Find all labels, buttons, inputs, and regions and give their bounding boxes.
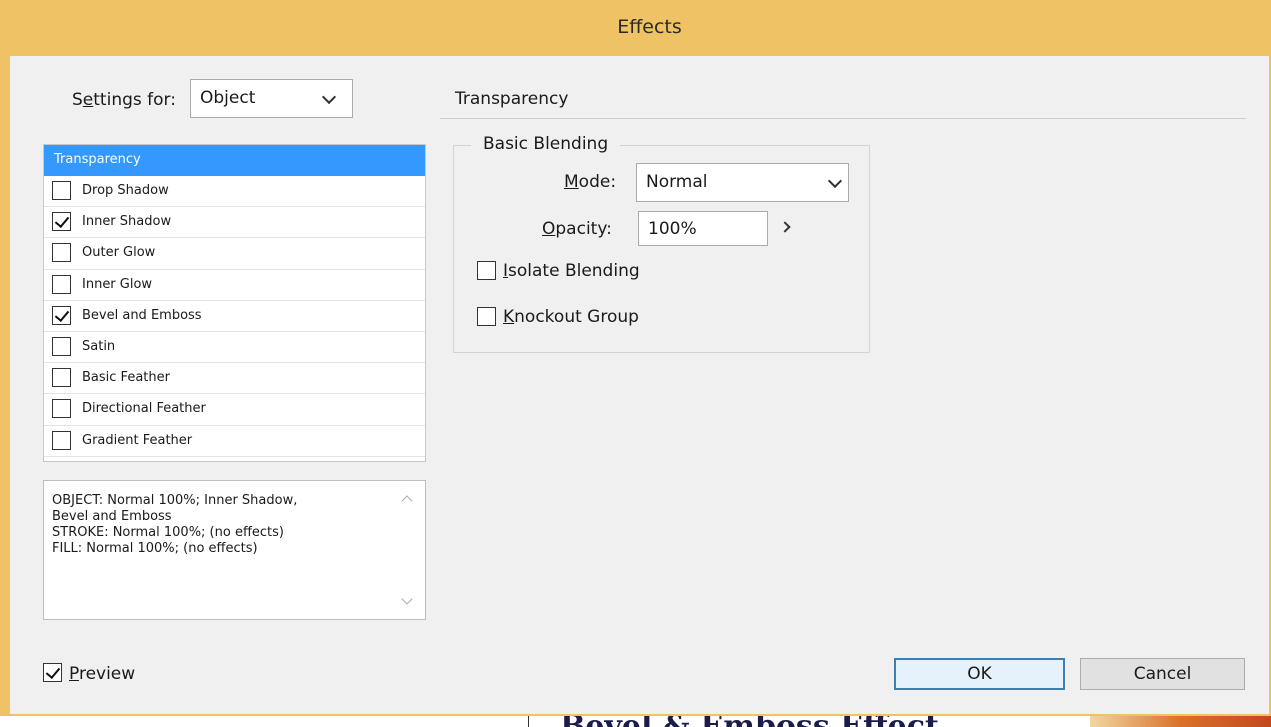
effect-label: Outer Glow (82, 245, 156, 261)
list-item-effect[interactable]: Inner Shadow (44, 207, 425, 239)
mode-select[interactable]: Normal (636, 163, 849, 202)
chevron-down-icon (827, 173, 843, 189)
effect-checkbox[interactable] (52, 243, 71, 263)
effect-checkbox[interactable] (52, 305, 71, 325)
effect-label: Inner Shadow (82, 214, 172, 230)
background-divider (528, 716, 529, 727)
opacity-label: Opacity: (542, 219, 612, 239)
effect-checkbox[interactable] (52, 181, 71, 200)
section-divider (440, 118, 1246, 119)
effects-list: Transparency Drop Shadow Inner Shadow Oute… (43, 144, 426, 462)
list-item-effect[interactable]: Directional Feather (44, 394, 425, 426)
effect-checkbox[interactable] (52, 430, 71, 450)
settings-for-value: Object (200, 88, 256, 108)
effect-label: Directional Feather (82, 401, 206, 417)
scroll-down-icon[interactable] (401, 593, 413, 605)
settings-for-select[interactable]: Object (190, 79, 353, 118)
effect-checkbox[interactable] (52, 368, 71, 388)
summary-line: OBJECT: Normal 100%; Inner Shadow, (52, 493, 298, 508)
group-title: Basic Blending (471, 132, 621, 156)
cancel-button[interactable]: Cancel (1080, 658, 1245, 690)
effect-checkbox[interactable] (52, 274, 71, 294)
summary-line: STROKE: Normal 100%; (no effects) (52, 525, 284, 540)
dialog-title-bar[interactable]: Effects (0, 0, 1271, 56)
scroll-up-icon[interactable] (401, 495, 413, 507)
knockout-group-label: Knockout Group (503, 307, 639, 327)
list-item-effect[interactable]: Satin (44, 332, 425, 364)
list-item-effect[interactable]: Bevel and Emboss (44, 301, 425, 332)
list-item-label: Transparency (54, 152, 141, 167)
list-item-effect[interactable]: Drop Shadow (44, 176, 425, 208)
effect-checkbox[interactable] (52, 399, 71, 419)
list-item-effect[interactable]: Outer Glow (44, 238, 425, 270)
opacity-value: 100% (648, 219, 697, 239)
list-item-effect[interactable]: Inner Glow (44, 270, 425, 301)
settings-for-label: Settings for: (72, 90, 176, 110)
ok-button[interactable]: OK (894, 658, 1065, 690)
section-title: Transparency (455, 89, 569, 109)
list-item-effect[interactable]: Basic Feather (44, 363, 425, 395)
list-item-transparency[interactable]: Transparency (44, 145, 425, 176)
checkmark-icon (54, 306, 70, 322)
effect-label: Bevel and Emboss (82, 307, 202, 323)
mode-value: Normal (646, 172, 708, 192)
checkmark-icon (54, 213, 70, 229)
preview-label: Preview (69, 664, 136, 684)
effect-label: Basic Feather (82, 370, 170, 386)
opacity-input[interactable]: 100% (638, 211, 768, 246)
isolate-blending-checkbox[interactable] (477, 261, 496, 280)
mode-label: Mode: (564, 172, 617, 192)
preview-checkbox[interactable] (43, 663, 62, 682)
summary-line: Bevel and Emboss (52, 509, 172, 524)
summary-line: FILL: Normal 100%; (no effects) (52, 541, 258, 556)
effect-label: Inner Glow (82, 276, 153, 292)
knockout-group-checkbox[interactable] (477, 307, 496, 326)
effect-checkbox[interactable] (52, 212, 71, 232)
dialog-title: Effects (617, 16, 682, 38)
effect-label: Gradient Feather (82, 432, 193, 448)
isolate-blending-label: Isolate Blending (503, 261, 640, 281)
effect-checkbox[interactable] (52, 336, 71, 356)
effects-summary: OBJECT: Normal 100%; Inner Shadow, Bevel… (43, 480, 426, 620)
list-item-effect[interactable]: Gradient Feather (44, 426, 425, 457)
effect-label: Drop Shadow (82, 183, 169, 198)
checkmark-icon (45, 663, 61, 680)
chevron-down-icon (321, 89, 337, 105)
effect-label: Satin (82, 338, 116, 354)
